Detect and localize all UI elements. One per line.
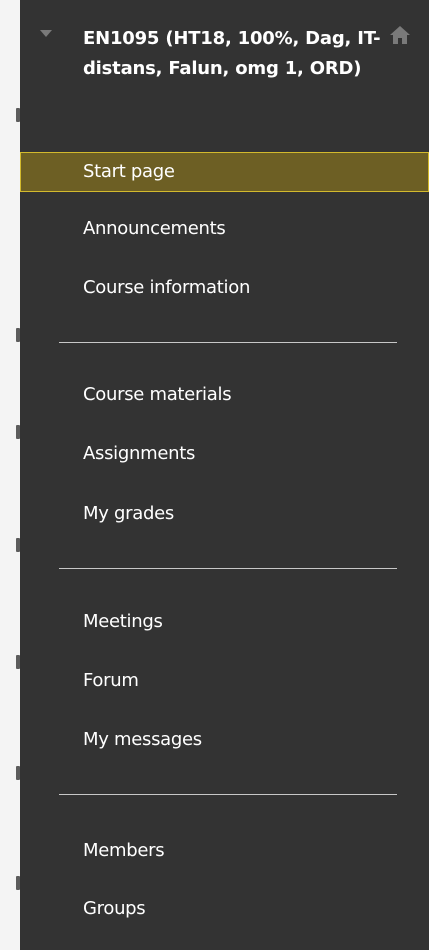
content-edge xyxy=(0,0,20,950)
menu-item-assignments[interactable]: Assignments xyxy=(20,434,429,474)
menu-item-label: My grades xyxy=(83,503,174,524)
menu-item-my-messages[interactable]: My messages xyxy=(20,720,429,760)
page: EN1095 (HT18, 100%, Dag, IT-distans, Fal… xyxy=(0,0,429,950)
menu-item-label: Course materials xyxy=(83,384,232,405)
menu-item-my-grades[interactable]: My grades xyxy=(20,494,429,534)
menu-divider xyxy=(59,794,397,795)
chevron-down-icon[interactable] xyxy=(40,30,52,37)
menu-item-label: Assignments xyxy=(83,443,196,464)
menu-item-groups[interactable]: Groups xyxy=(20,889,429,929)
menu-item-forum[interactable]: Forum xyxy=(20,661,429,701)
menu-divider xyxy=(59,342,397,343)
menu-item-course-materials[interactable]: Course materials xyxy=(20,375,429,415)
menu-item-label: Meetings xyxy=(83,611,163,632)
menu-divider xyxy=(59,568,397,569)
home-icon[interactable] xyxy=(389,25,411,45)
menu-item-announcements[interactable]: Announcements xyxy=(20,209,429,249)
course-menu: EN1095 (HT18, 100%, Dag, IT-distans, Fal… xyxy=(20,0,429,950)
menu-item-label: Start page xyxy=(83,161,175,182)
menu-item-label: Groups xyxy=(83,898,146,919)
menu-item-label: Announcements xyxy=(83,218,226,239)
menu-item-meetings[interactable]: Meetings xyxy=(20,602,429,642)
menu-item-label: My messages xyxy=(83,729,202,750)
course-header: EN1095 (HT18, 100%, Dag, IT-distans, Fal… xyxy=(20,0,429,140)
menu-item-label: Course information xyxy=(83,277,251,298)
course-title[interactable]: EN1095 (HT18, 100%, Dag, IT-distans, Fal… xyxy=(83,24,383,84)
menu-item-start-page[interactable]: Start page xyxy=(20,152,429,192)
menu-item-label: Forum xyxy=(83,670,139,691)
menu-item-label: Members xyxy=(83,840,165,861)
menu-item-members[interactable]: Members xyxy=(20,831,429,871)
menu-item-course-information[interactable]: Course information xyxy=(20,268,429,308)
